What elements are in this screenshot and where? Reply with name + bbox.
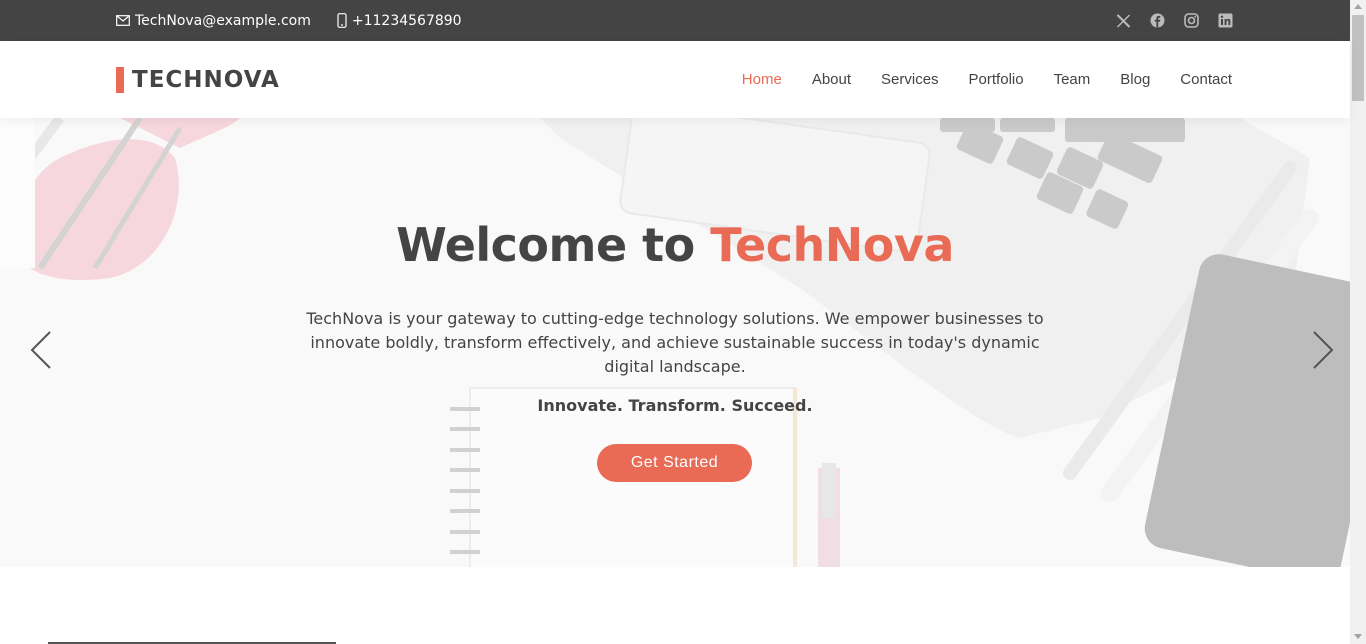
- hero-carousel: Welcome to TechNova TechNova is your gat…: [0, 118, 1350, 567]
- carousel-next-button[interactable]: [1308, 330, 1338, 370]
- contact-info: TechNova@example.com +11234567890: [116, 0, 488, 41]
- phone-icon: [337, 13, 347, 28]
- hero-title-accent: TechNova: [710, 218, 954, 272]
- linkedin-icon[interactable]: [1216, 12, 1234, 30]
- carousel-prev-button[interactable]: [28, 330, 58, 370]
- get-started-button[interactable]: Get Started: [597, 444, 752, 482]
- social-links: [1098, 0, 1234, 41]
- facebook-icon[interactable]: [1148, 12, 1166, 30]
- chevron-right-icon: [1313, 331, 1334, 369]
- nav-about[interactable]: About: [812, 71, 851, 88]
- nav-team[interactable]: Team: [1054, 71, 1091, 88]
- instagram-icon[interactable]: [1182, 12, 1200, 30]
- chevron-left-icon: [30, 331, 51, 369]
- top-bar: TechNova@example.com +11234567890: [0, 0, 1350, 41]
- hero-tagline: Innovate. Transform. Succeed.: [537, 396, 813, 415]
- bottom-strip: [0, 640, 1350, 644]
- email-text: TechNova@example.com: [135, 12, 311, 29]
- nav-home[interactable]: Home: [742, 71, 782, 88]
- page-scrollbar[interactable]: [1350, 0, 1366, 644]
- envelope-icon: [116, 15, 130, 26]
- x-twitter-icon[interactable]: [1114, 12, 1132, 30]
- site-header: TECHNOVA Home About Services Portfolio T…: [0, 41, 1350, 118]
- hero-title-prefix: Welcome to: [396, 218, 711, 272]
- nav-portfolio[interactable]: Portfolio: [969, 71, 1024, 88]
- hero-title: Welcome to TechNova: [0, 218, 1350, 272]
- logo-text: TECHNOVA: [132, 67, 280, 93]
- main-nav: Home About Services Portfolio Team Blog …: [712, 41, 1232, 118]
- logo-accent-bar: [116, 67, 124, 93]
- nav-blog[interactable]: Blog: [1120, 71, 1150, 88]
- hero-description: TechNova is your gateway to cutting-edge…: [306, 309, 1044, 376]
- phone-text: +11234567890: [351, 12, 462, 29]
- hero-content: Welcome to TechNova TechNova is your gat…: [0, 118, 1350, 567]
- nav-contact[interactable]: Contact: [1180, 71, 1232, 88]
- nav-services[interactable]: Services: [881, 71, 939, 88]
- scroll-down-arrow-icon[interactable]: [1354, 634, 1362, 639]
- scroll-up-arrow-icon[interactable]: [1354, 4, 1362, 9]
- scroll-thumb[interactable]: [1352, 15, 1364, 101]
- site-logo[interactable]: TECHNOVA: [116, 67, 280, 93]
- phone-contact[interactable]: +11234567890: [337, 13, 462, 29]
- email-contact[interactable]: TechNova@example.com: [116, 13, 311, 29]
